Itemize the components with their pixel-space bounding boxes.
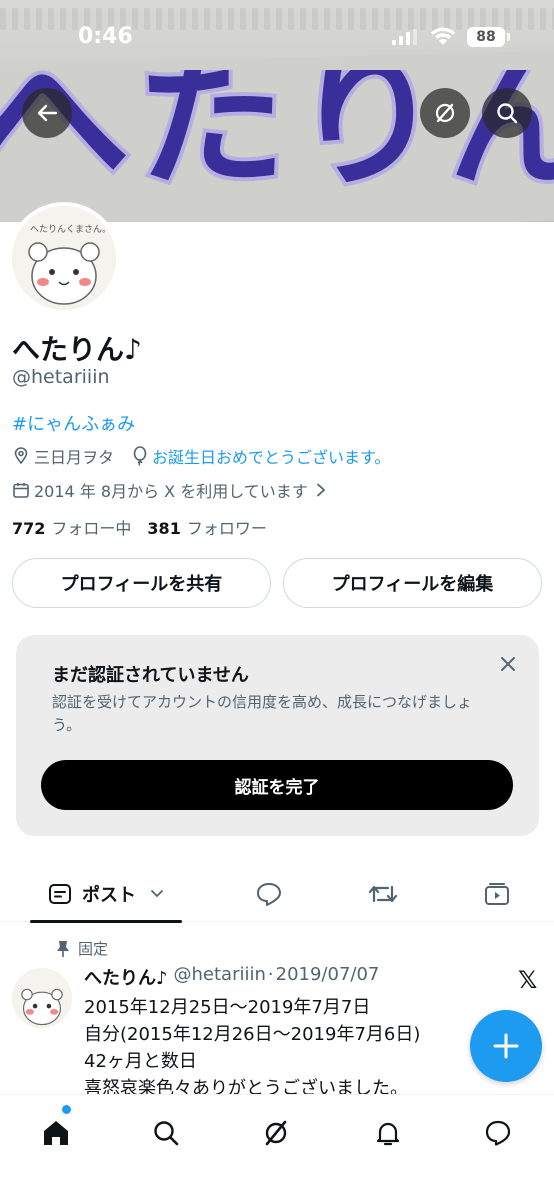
share-profile-button[interactable]: プロフィールを共有 bbox=[12, 558, 271, 608]
grok-icon bbox=[265, 1120, 287, 1146]
banner-art-text: へたりん bbox=[0, 70, 554, 208]
following-count: 772 bbox=[12, 519, 46, 538]
plus-icon bbox=[493, 1033, 519, 1059]
close-icon bbox=[501, 657, 515, 671]
tab-replies[interactable] bbox=[244, 865, 294, 922]
arrow-left-icon bbox=[37, 104, 58, 122]
tweet-header: へたりん♪ @hetariiin · 2019/07/07 bbox=[84, 964, 379, 990]
followers-count: 381 bbox=[147, 519, 181, 538]
tab-reposts[interactable] bbox=[358, 865, 408, 922]
pin-icon bbox=[57, 940, 69, 957]
tab-posts-label: ポスト bbox=[82, 884, 136, 906]
verification-title: まだ認証されていません bbox=[52, 665, 249, 686]
profile-joined: 2014 年 8月から X を利用しています bbox=[34, 482, 308, 501]
x-logo-icon: 𝕏 bbox=[518, 966, 538, 994]
profile-name: へたりん♪ bbox=[12, 333, 142, 366]
battery-tip bbox=[507, 33, 510, 41]
joined-row[interactable]: 2014 年 8月から X を利用しています bbox=[12, 478, 330, 502]
followers-link[interactable]: 381 フォロワー bbox=[147, 515, 266, 539]
tweet-avatar[interactable] bbox=[12, 968, 72, 1028]
tweet-date[interactable]: 2019/07/07 bbox=[276, 964, 380, 990]
tweet-author-handle[interactable]: @hetariiin bbox=[174, 964, 266, 990]
home-notification-dot bbox=[62, 1105, 71, 1114]
tweet-author-name[interactable]: へたりん♪ bbox=[84, 964, 168, 990]
following-label: フォロー中 bbox=[51, 519, 132, 538]
profile-meta-row: 三日月ヲタ お誕生日おめでとうございます。 bbox=[12, 444, 390, 468]
bio-hashtag-link[interactable]: #にゃんふぁみ bbox=[12, 410, 135, 436]
complete-verification-button[interactable]: 認証を完了 bbox=[41, 760, 513, 810]
birthday-link[interactable]: お誕生日おめでとうございます。 bbox=[152, 444, 390, 468]
avatar-caption: へたりんくまさん。 bbox=[30, 224, 111, 235]
video-icon bbox=[485, 882, 509, 905]
search-icon bbox=[497, 103, 518, 124]
followers-label: フォロワー bbox=[186, 519, 267, 538]
bear-avatar-image: へたりんくまさん。 bbox=[12, 206, 116, 310]
tweet-text-line: 42ヶ月と数日 bbox=[84, 1051, 197, 1072]
nav-notifications[interactable] bbox=[364, 1109, 412, 1157]
reply-icon bbox=[257, 882, 281, 906]
pinned-indicator: 固定 bbox=[56, 938, 108, 959]
message-icon bbox=[485, 1120, 511, 1146]
profile-location: 三日月ヲタ bbox=[34, 448, 115, 467]
following-link[interactable]: 772 フォロー中 bbox=[12, 515, 131, 539]
profile-tabs: ポスト bbox=[0, 865, 554, 923]
chevron-down-icon bbox=[151, 889, 163, 897]
follow-stats: 772 フォロー中 381 フォロワー bbox=[12, 515, 267, 539]
banner-art: へたりん bbox=[0, 70, 554, 212]
bear-avatar-image bbox=[12, 968, 72, 1028]
chevron-right-icon bbox=[316, 483, 326, 497]
signal-icon bbox=[392, 29, 417, 45]
search-icon bbox=[154, 1121, 179, 1146]
grok-button[interactable] bbox=[420, 88, 470, 138]
status-bar: 0:46 88 bbox=[0, 0, 554, 74]
posts-icon bbox=[49, 883, 71, 904]
verification-description: 認証を受けてアカウントの信用度を高め、成長につなげましょう。 bbox=[52, 693, 473, 734]
profile-avatar[interactable]: へたりんくまさん。 bbox=[8, 202, 120, 314]
status-time: 0:46 bbox=[78, 24, 133, 49]
profile-handle: @hetariiin bbox=[12, 366, 110, 388]
calendar-icon bbox=[12, 481, 30, 499]
search-button[interactable] bbox=[482, 88, 532, 138]
bottom-navigation bbox=[0, 1094, 554, 1200]
tab-media[interactable] bbox=[472, 865, 522, 922]
nav-messages[interactable] bbox=[474, 1109, 522, 1157]
tweet-text-line: 2015年12月25日～2019年7月7日 bbox=[84, 997, 371, 1018]
pinned-label: 固定 bbox=[78, 940, 109, 958]
close-verification-button[interactable] bbox=[499, 655, 517, 677]
edit-profile-button[interactable]: プロフィールを編集 bbox=[283, 558, 542, 608]
battery-indicator: 88 bbox=[467, 27, 505, 47]
compose-button[interactable] bbox=[470, 1010, 542, 1082]
nav-search[interactable] bbox=[142, 1109, 190, 1157]
nav-home[interactable] bbox=[32, 1109, 80, 1157]
tab-posts[interactable]: ポスト bbox=[30, 865, 182, 923]
location-icon bbox=[12, 447, 30, 465]
bell-icon bbox=[376, 1122, 400, 1146]
balloon-icon bbox=[132, 446, 148, 466]
grok-icon bbox=[435, 103, 455, 123]
wifi-icon bbox=[431, 27, 455, 45]
tweet-separator: · bbox=[267, 964, 274, 985]
repost-icon bbox=[368, 885, 398, 902]
nav-grok[interactable] bbox=[252, 1109, 300, 1157]
tweet-text-line: 自分(2015年12月26日～2019年7月6日) bbox=[84, 1024, 421, 1045]
home-icon bbox=[44, 1121, 68, 1145]
verification-card: まだ認証されていません 認証を受けてアカウントの信用度を高め、成長につなげましょ… bbox=[16, 635, 539, 836]
active-tab-indicator bbox=[30, 920, 182, 923]
back-button[interactable] bbox=[22, 88, 72, 138]
